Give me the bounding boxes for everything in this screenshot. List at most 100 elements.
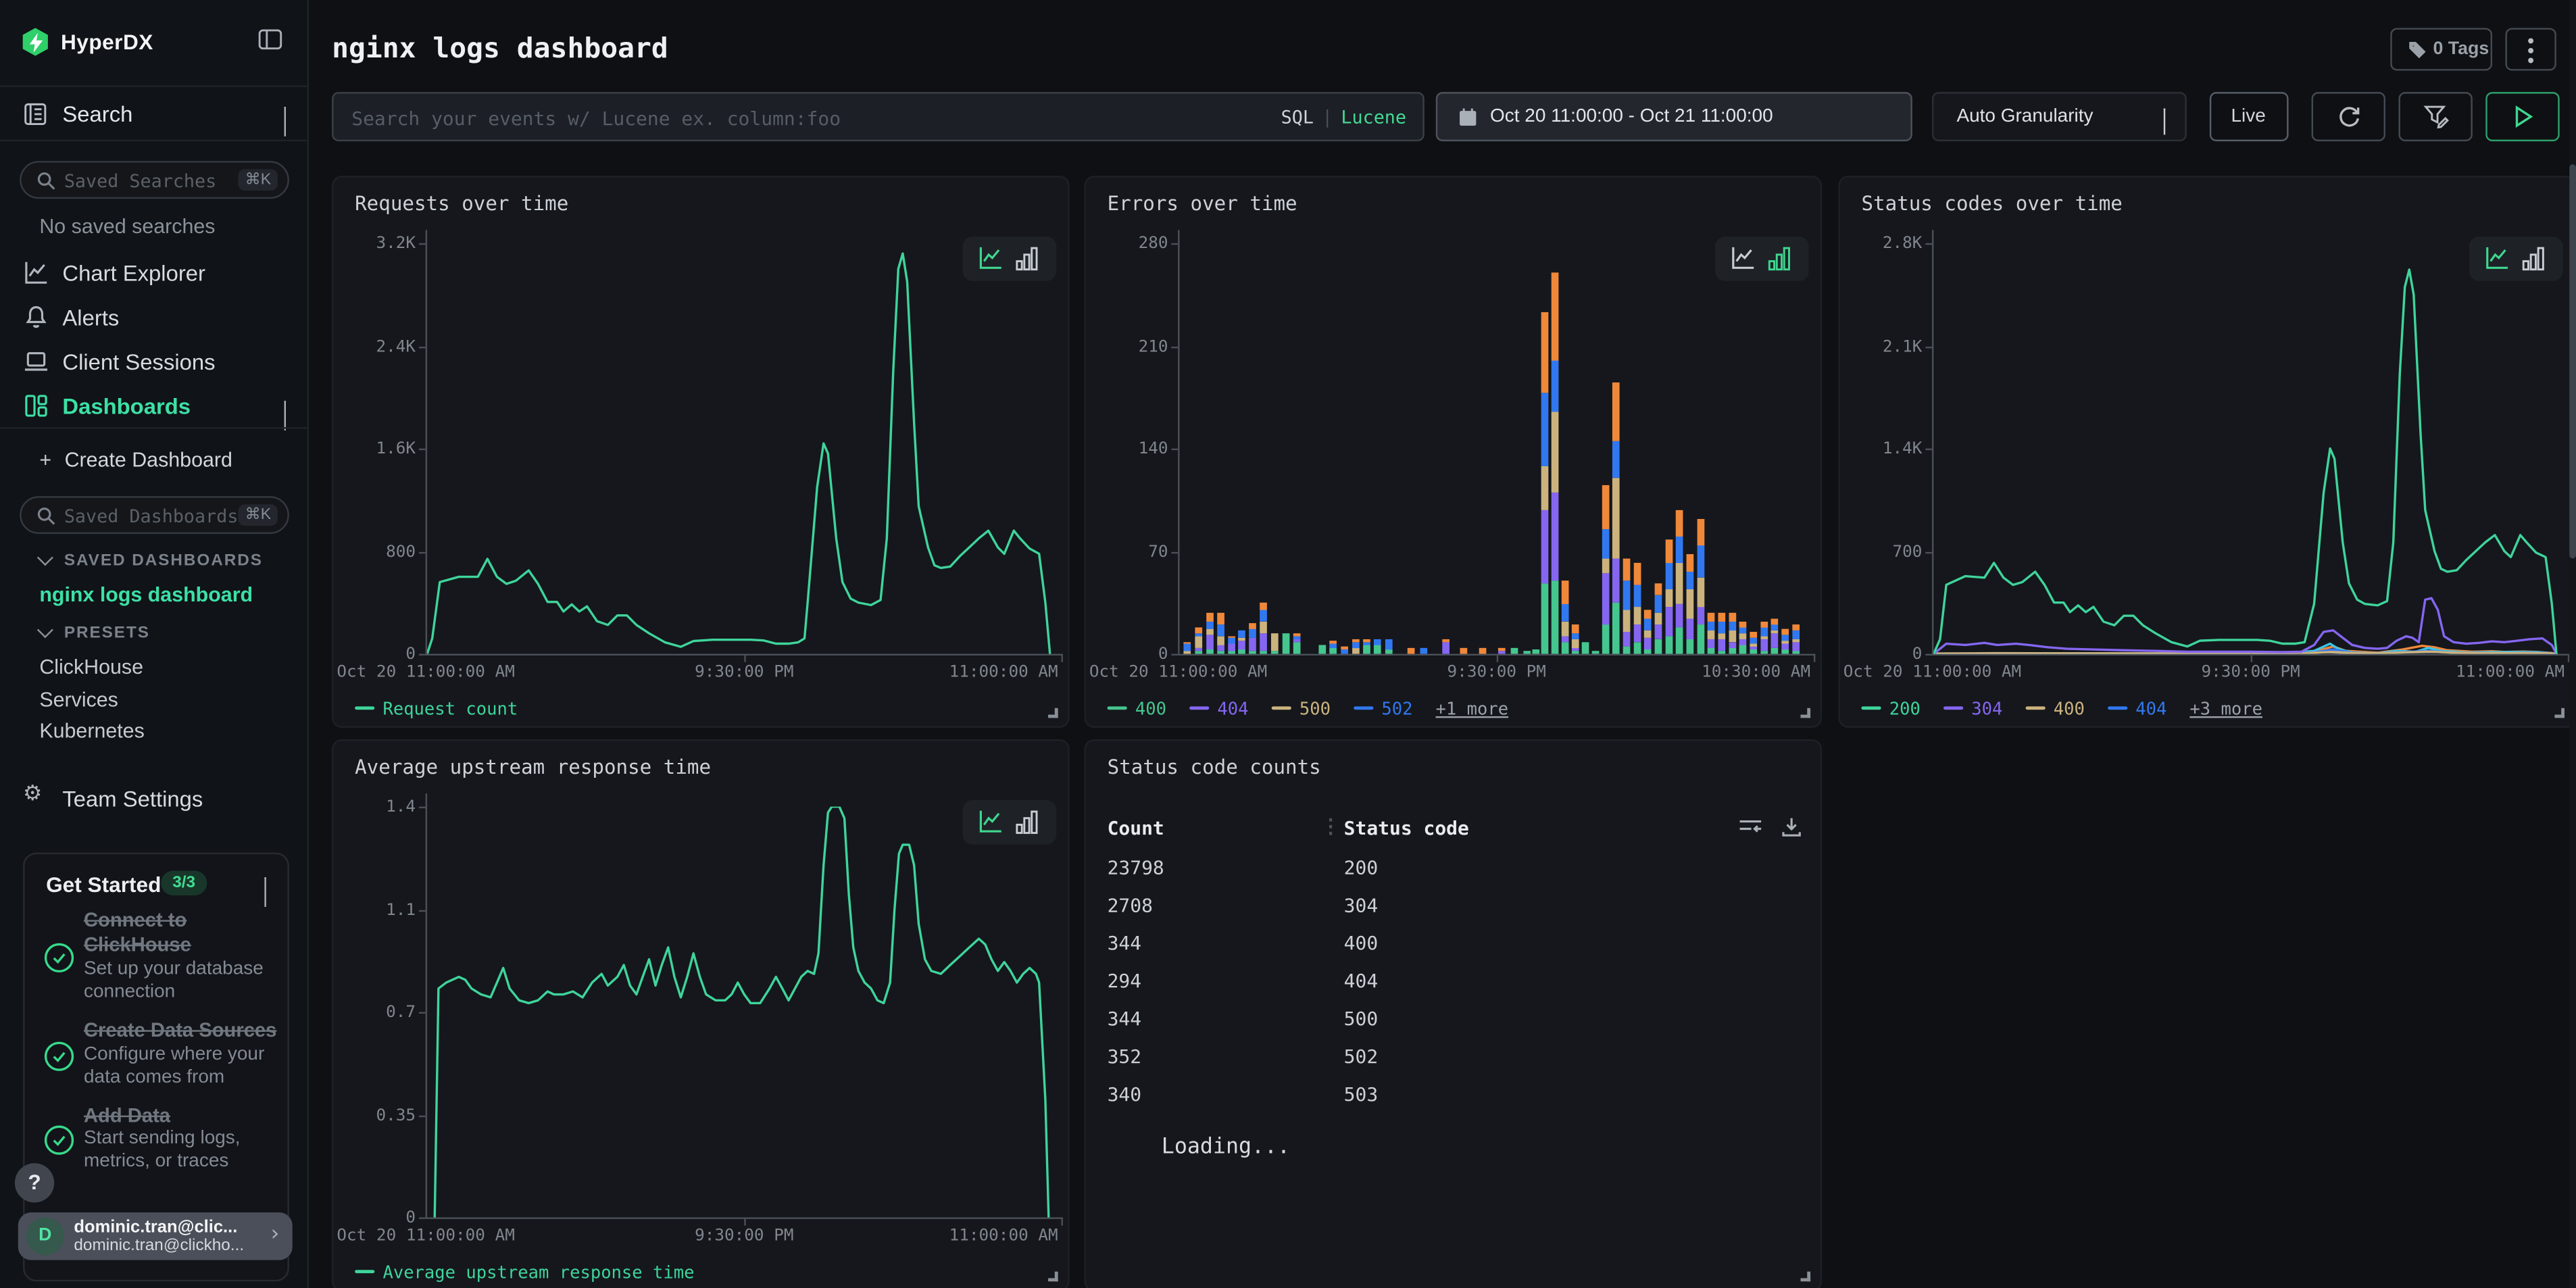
- sidebar-item-dashboards[interactable]: Dashboards: [0, 389, 307, 428]
- refresh-button[interactable]: [2312, 92, 2385, 141]
- column-header-count[interactable]: Count: [1108, 816, 1164, 839]
- sidebar-item-clickhouse[interactable]: ClickHouse: [39, 655, 143, 678]
- resize-handle[interactable]: [1048, 1272, 1058, 1282]
- legend-swatch: [1189, 706, 1209, 710]
- table-row[interactable]: 340503: [1108, 1083, 1802, 1120]
- legend-swatch: [1943, 706, 1963, 710]
- axis-tick: [419, 1115, 426, 1116]
- bar-segment-503: [1612, 382, 1620, 441]
- live-button[interactable]: Live: [2210, 92, 2289, 141]
- legend-item[interactable]: 404: [2108, 700, 2166, 720]
- bar-segment-502: [1612, 441, 1620, 478]
- table-row[interactable]: 294404: [1108, 969, 1802, 1007]
- column-header-status-code[interactable]: Status code: [1344, 816, 1469, 839]
- legend-item[interactable]: Average upstream response time: [355, 1264, 694, 1283]
- sidebar-item-kubernetes[interactable]: Kubernetes: [39, 720, 144, 743]
- bar-segment-500: [1634, 607, 1641, 624]
- legend-label: Average upstream response time: [382, 1264, 694, 1283]
- table-row[interactable]: 344500: [1108, 1007, 1802, 1045]
- bar-segment-400: [1676, 627, 1683, 653]
- x-axis-tick-label: Oct 20 11:00:00 AM: [337, 1227, 514, 1245]
- legend-item[interactable]: 502: [1354, 700, 1412, 720]
- bar-segment-500: [1260, 622, 1267, 633]
- scrollbar-thumb[interactable]: [2569, 164, 2576, 558]
- bar-segment-502: [1750, 638, 1757, 644]
- bar-segment-503: [1739, 622, 1747, 628]
- bar-segment-503: [1644, 610, 1652, 618]
- sidebar-section-search[interactable]: Search: [0, 85, 307, 141]
- bar-segment-503: [1260, 603, 1267, 610]
- download-icon[interactable]: [1781, 816, 1802, 838]
- tags-button[interactable]: 0 Tags: [2390, 28, 2492, 70]
- filter-button[interactable]: [2398, 92, 2472, 141]
- saved-searches-input[interactable]: Saved Searches ⌘K: [20, 161, 289, 199]
- bar-segment-400: [1634, 642, 1641, 653]
- legend-label: 200: [1889, 700, 1921, 720]
- cell-status-code: 400: [1344, 931, 1379, 954]
- legend-more-link[interactable]: +1 more: [1435, 700, 1508, 720]
- sidebar: HyperDX Search Saved Searches ⌘K No save…: [0, 0, 309, 1288]
- sql-toggle[interactable]: SQL: [1281, 107, 1314, 128]
- legend-item[interactable]: 200: [1861, 700, 1920, 720]
- legend-more-link[interactable]: +3 more: [2189, 700, 2262, 720]
- legend-item[interactable]: 500: [1272, 700, 1331, 720]
- scrollbar[interactable]: [2569, 0, 2576, 1288]
- bar-segment-502: [1602, 529, 1610, 559]
- bar-segment-500: [1750, 644, 1757, 647]
- panel-menu-button[interactable]: •••: [2505, 28, 2556, 70]
- sidebar-item-alerts[interactable]: Alerts: [0, 301, 307, 340]
- bar-segment-404: [1771, 633, 1779, 648]
- sidebar-collapse-icon[interactable]: [258, 28, 282, 51]
- bar-segment-502: [1729, 622, 1737, 630]
- panel-status-codes-over-time: Status codes over time 2.8K2.1K1.4K7000 …: [1838, 176, 2576, 728]
- bar-segment-400: [1552, 580, 1559, 653]
- table-row[interactable]: 352502: [1108, 1045, 1802, 1083]
- gear-icon: ⚙: [23, 782, 42, 806]
- sidebar-item-client-sessions[interactable]: Client Sessions: [0, 345, 307, 385]
- resize-handle[interactable]: [1048, 708, 1058, 718]
- table-row[interactable]: 344400: [1108, 931, 1802, 969]
- date-range-picker[interactable]: Oct 20 11:00:00 - Oct 21 11:00:00: [1436, 92, 1912, 141]
- chevron-up-icon[interactable]: [264, 877, 266, 907]
- sidebar-item-team-settings[interactable]: ⚙ Team Settings: [0, 782, 307, 821]
- event-search-input[interactable]: Search your events w/ Lucene ex. column:…: [332, 92, 1425, 141]
- granularity-dropdown[interactable]: Auto Granularity: [1932, 92, 2187, 141]
- run-query-button[interactable]: [2485, 92, 2559, 141]
- bar-segment-400: [1792, 651, 1800, 653]
- table-row[interactable]: 2708304: [1108, 894, 1802, 932]
- group-header-presets[interactable]: PRESETS: [39, 624, 150, 643]
- bar-segment-500: [1718, 633, 1725, 639]
- legend-item[interactable]: 400: [2025, 700, 2084, 720]
- legend-swatch: [1108, 706, 1127, 710]
- sidebar-item-services[interactable]: Services: [39, 689, 118, 712]
- legend-item[interactable]: 400: [1108, 700, 1166, 720]
- legend-item[interactable]: 304: [1943, 700, 2002, 720]
- bar-segment-503: [1602, 485, 1610, 529]
- sidebar-item-nginx-logs-dashboard[interactable]: nginx logs dashboard: [39, 583, 253, 606]
- resize-handle[interactable]: [2554, 708, 2565, 718]
- drag-handle-icon[interactable]: ⋮: [1321, 815, 1341, 838]
- legend-item[interactable]: Request count: [355, 700, 518, 720]
- create-dashboard-button[interactable]: +Create Dashboard: [39, 449, 232, 472]
- resize-handle[interactable]: [1801, 708, 1811, 718]
- user-name: dominic.tran@clic...: [74, 1217, 237, 1237]
- resize-handle[interactable]: [1801, 1272, 1811, 1282]
- axis-tick: [1171, 243, 1178, 245]
- bar-segment-500: [1183, 651, 1191, 653]
- bar-segment-400: [1708, 648, 1715, 654]
- help-button[interactable]: ?: [15, 1163, 54, 1202]
- table-row[interactable]: 23798200: [1108, 856, 1802, 894]
- query-language-switch[interactable]: SQL|Lucene: [1281, 107, 1406, 128]
- axis-tick: [419, 551, 426, 553]
- chevron-down-icon: [2164, 108, 2165, 134]
- bar-segment-400: [1739, 645, 1747, 653]
- sidebar-item-chart-explorer[interactable]: Chart Explorer: [0, 256, 307, 295]
- bar-segment-503: [1498, 648, 1506, 651]
- bar-segment-502: [1760, 627, 1768, 636]
- lucene-toggle[interactable]: Lucene: [1341, 107, 1406, 128]
- legend-item[interactable]: 404: [1189, 700, 1248, 720]
- saved-dashboards-input[interactable]: Saved Dashboards ⌘K: [20, 496, 289, 534]
- wrap-lines-icon[interactable]: [1738, 816, 1762, 838]
- user-account-button[interactable]: D dominic.tran@clic... dominic.tran@clic…: [18, 1212, 293, 1260]
- group-header-saved-dashboards[interactable]: SAVED DASHBOARDS: [39, 552, 263, 570]
